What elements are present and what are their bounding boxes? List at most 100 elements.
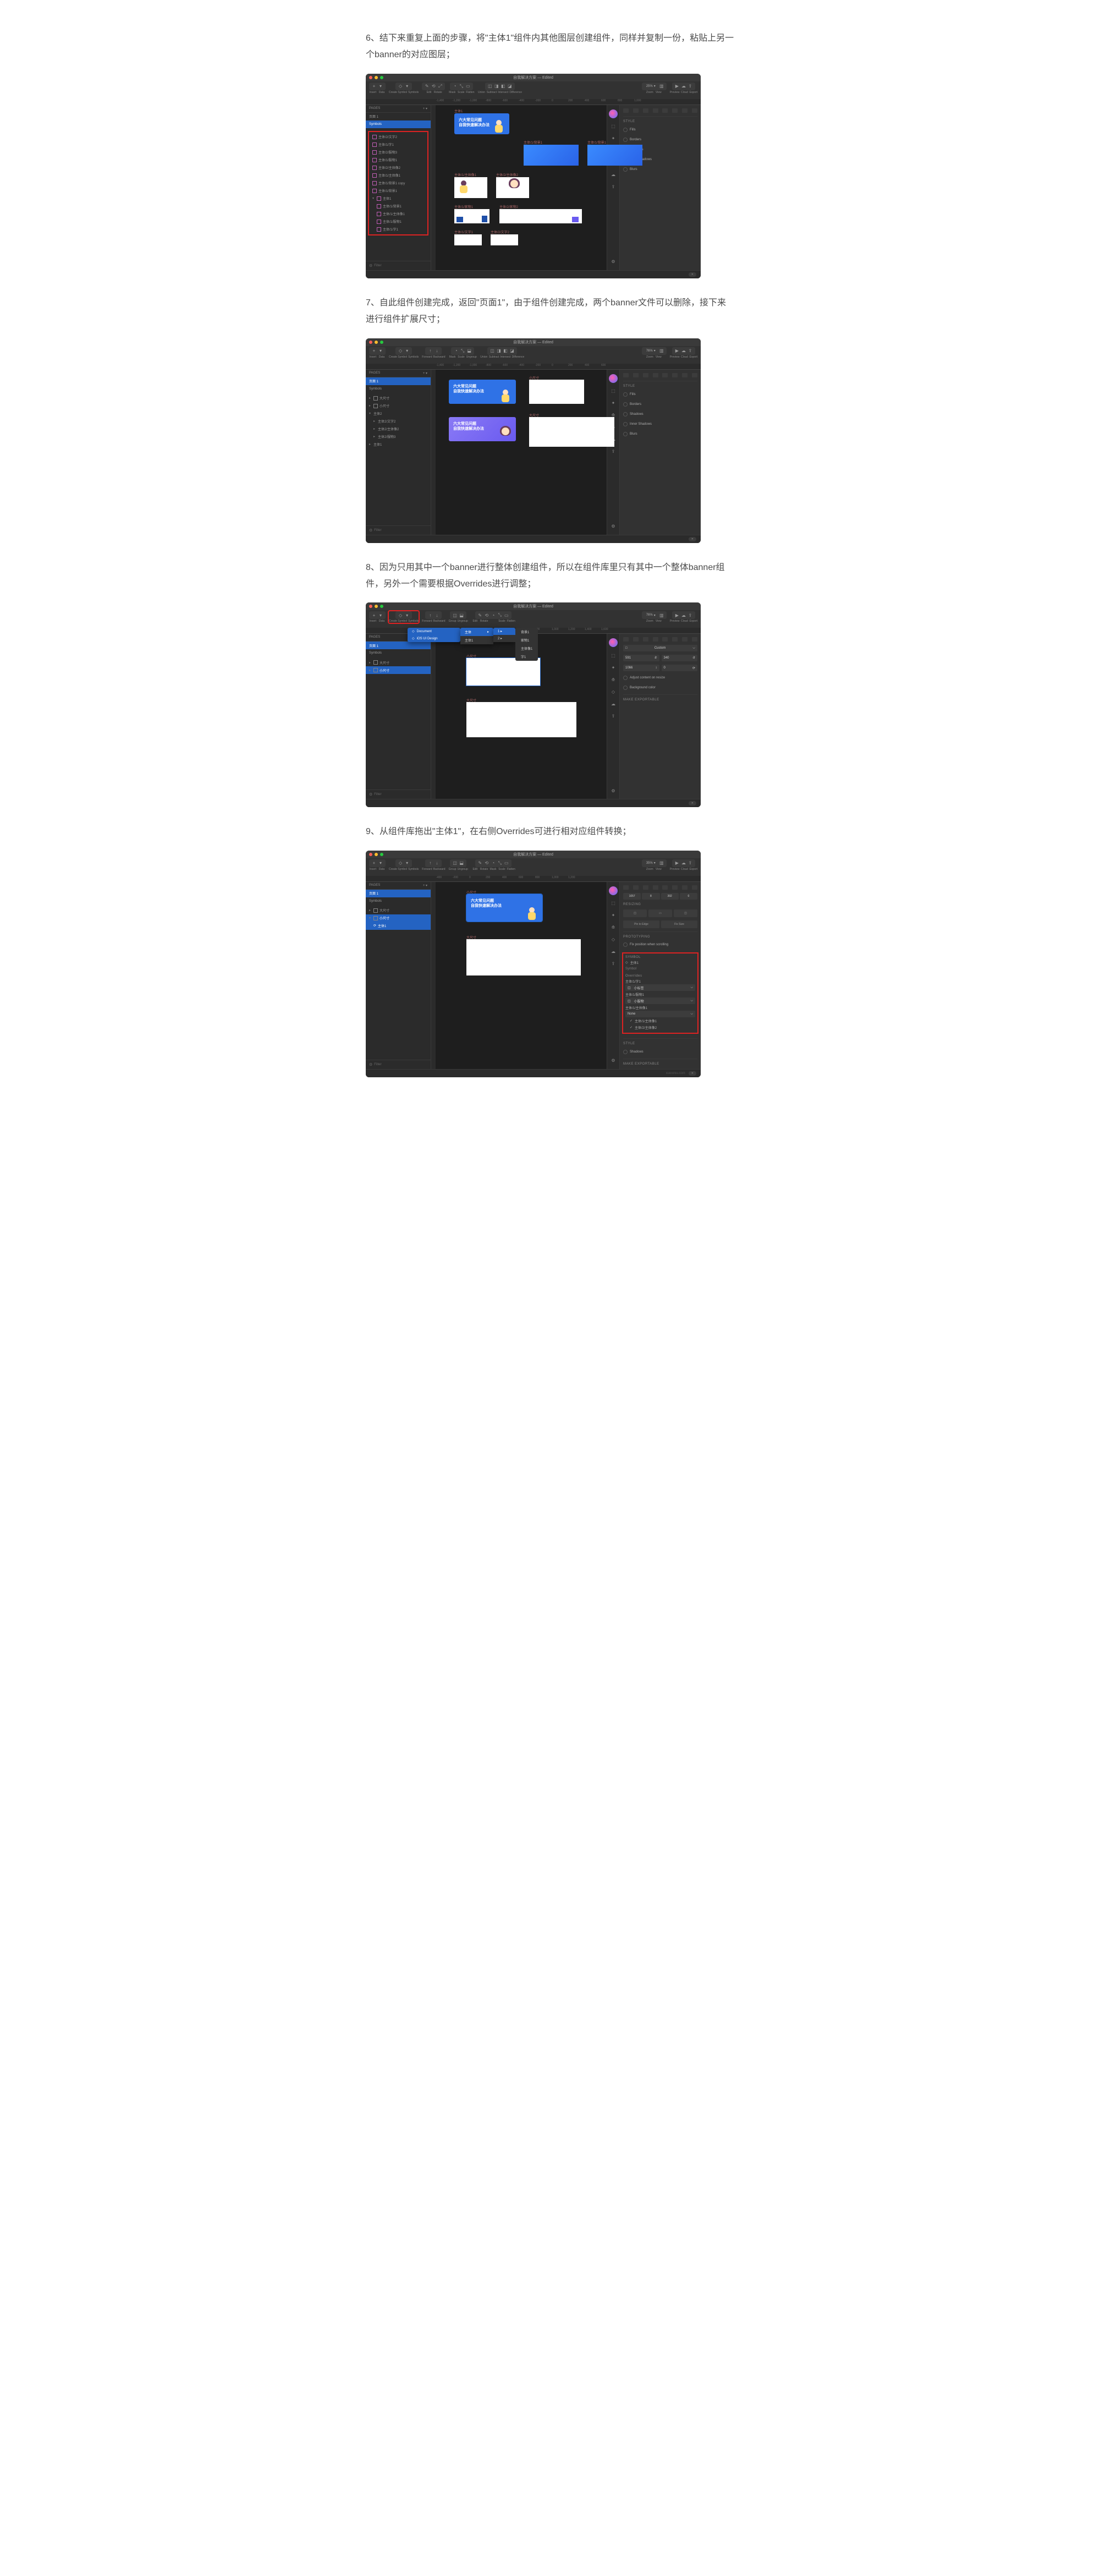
- status-pill[interactable]: ✕: [689, 272, 696, 277]
- close-icon[interactable]: [369, 76, 372, 79]
- artboard-large[interactable]: [466, 702, 576, 737]
- gear-icon[interactable]: ⚙: [609, 1057, 617, 1065]
- menu-item[interactable]: 主体像1: [515, 644, 538, 653]
- filter-input[interactable]: Filter: [366, 1060, 431, 1069]
- w-field[interactable]: 1066↕: [623, 665, 659, 671]
- fills-row[interactable]: Fills: [623, 127, 697, 133]
- close-icon[interactable]: [369, 605, 372, 608]
- banner-2[interactable]: 六大常见问题自我快速解决办法: [449, 417, 516, 441]
- override-select[interactable]: ◫小标签⌵: [625, 984, 695, 991]
- layer-row[interactable]: 主体/1/服物1: [369, 218, 427, 226]
- artboard[interactable]: [454, 177, 487, 198]
- artboard[interactable]: [499, 209, 582, 223]
- fix-scroll-checkbox[interactable]: Fix position when scrolling: [623, 942, 697, 949]
- maximize-icon[interactable]: [380, 76, 383, 79]
- menu-item[interactable]: 主体▸: [460, 628, 493, 636]
- maximize-icon[interactable]: [380, 605, 383, 608]
- maximize-icon[interactable]: [380, 853, 383, 856]
- layer-row[interactable]: 小尺寸: [366, 914, 431, 922]
- shadows-row[interactable]: Shadows: [623, 411, 697, 418]
- layer-row[interactable]: 主体/1/字1: [369, 141, 427, 149]
- minimize-icon[interactable]: [375, 605, 378, 608]
- layer-row[interactable]: 主体2/服物3: [366, 433, 431, 441]
- minimize-icon[interactable]: [375, 853, 378, 856]
- menu-item[interactable]: 1 ▸: [493, 628, 515, 635]
- align-tools[interactable]: [623, 108, 697, 113]
- artboard[interactable]: 六大常见问题自我快速解决办法: [454, 113, 509, 134]
- add-page-button[interactable]: + ▾: [423, 884, 427, 887]
- data-button[interactable]: ▾: [377, 84, 384, 89]
- symbols-flyout[interactable]: 背景1 家物1 主体像1 字1: [515, 628, 538, 661]
- view-button[interactable]: ▥: [658, 84, 665, 89]
- artboard[interactable]: [496, 177, 529, 198]
- blurs-row[interactable]: Blurs: [623, 431, 697, 437]
- insert-button[interactable]: +: [371, 612, 377, 618]
- cloud-button[interactable]: ☁: [680, 84, 687, 89]
- shadows-row[interactable]: Shadows: [623, 1049, 697, 1055]
- canvas[interactable]: 六大常见问题自我快速解决办法 六大常见问题自我快速解决办法 小尺寸 大尺寸: [431, 370, 607, 535]
- layer-row[interactable]: 主体1: [369, 195, 427, 202]
- add-page-button[interactable]: + ▾: [423, 371, 427, 375]
- symbols-page-row[interactable]: Symbols: [366, 385, 431, 393]
- layer-row[interactable]: 主体/1/主体像1: [369, 210, 427, 218]
- artboard-large[interactable]: [529, 417, 614, 447]
- borders-row[interactable]: Borders: [623, 401, 697, 408]
- gear-icon[interactable]: ⚙: [609, 523, 617, 530]
- preview-button[interactable]: ▶: [674, 84, 680, 89]
- symbols-page-row[interactable]: Symbols: [366, 897, 431, 905]
- menu-item[interactable]: 字1: [515, 653, 538, 661]
- menu-item-document[interactable]: ◇ Document: [408, 628, 460, 635]
- window-controls[interactable]: [369, 76, 383, 79]
- symbols-button[interactable]: ◇: [397, 612, 404, 618]
- symbols-submenu[interactable]: 主体▸ 主体1: [460, 628, 493, 644]
- symbols-submenu-2[interactable]: 1 ▸ 2 ▸: [493, 628, 515, 642]
- x-field[interactable]: 1057: [623, 893, 641, 900]
- h-field[interactable]: 0⟳: [662, 665, 698, 671]
- borders-row[interactable]: Borders: [623, 136, 697, 143]
- page-row[interactable]: 页面 1: [366, 377, 431, 385]
- menu-item[interactable]: 2 ▸: [493, 635, 515, 642]
- edit-button[interactable]: ✎: [424, 84, 430, 89]
- symbols-page-row[interactable]: Symbols: [366, 120, 431, 128]
- layer-row[interactable]: 主体/1/服物1: [369, 156, 427, 164]
- menu-item[interactable]: 背景1: [515, 628, 538, 636]
- layer-row[interactable]: 主体2/文字2: [366, 418, 431, 425]
- layer-row[interactable]: 主体1: [366, 441, 431, 448]
- artboard[interactable]: [491, 234, 518, 245]
- layer-row[interactable]: 主体2: [366, 410, 431, 418]
- artboard-small[interactable]: [466, 658, 540, 686]
- menu-item-ios[interactable]: ◇ iOS UI Design: [408, 635, 460, 642]
- layer-row[interactable]: 主体/1/背景1 copy: [369, 179, 427, 187]
- page-row[interactable]: 页面 1: [366, 642, 431, 649]
- strip-icon[interactable]: ☁: [609, 171, 617, 179]
- layer-row[interactable]: 主体/1/背景1: [369, 202, 427, 210]
- blurs-row[interactable]: Blurs: [623, 166, 697, 173]
- banner-instance[interactable]: 六大常见问题自我快速解决办法: [466, 894, 542, 922]
- page-row[interactable]: 页面 1: [366, 113, 431, 120]
- w-field[interactable]: 392: [661, 893, 679, 900]
- layer-row[interactable]: 大尺寸: [366, 907, 431, 914]
- close-icon[interactable]: [369, 853, 372, 856]
- layer-row[interactable]: 主体/1/主体像1: [369, 172, 427, 179]
- layer-row[interactable]: 大尺寸: [366, 394, 431, 402]
- size-preset[interactable]: □ Custom ⌵: [623, 645, 697, 651]
- artboard[interactable]: [454, 234, 482, 245]
- override-option[interactable]: ✓ 主体/2/主体像2: [625, 1024, 695, 1031]
- override-select[interactable]: ◫小服物⌵: [625, 997, 695, 1004]
- filter-input[interactable]: Filter: [366, 790, 431, 799]
- override-select[interactable]: None⌵: [625, 1011, 695, 1017]
- artboard[interactable]: [524, 145, 579, 166]
- filter-input[interactable]: Filter: [366, 525, 431, 535]
- layer-row[interactable]: 主体/1/字1: [369, 226, 427, 233]
- layer-row[interactable]: 小尺寸: [366, 666, 431, 674]
- strip-icon[interactable]: ⬚: [609, 123, 617, 130]
- adjust-resize-checkbox[interactable]: Adjust content on resize: [623, 675, 697, 681]
- layer-row[interactable]: ⟳ 主体1: [366, 922, 431, 930]
- symbol-source[interactable]: ◇ 主体1: [625, 959, 695, 966]
- layer-row[interactable]: 主体/2/服物3: [369, 149, 427, 156]
- h-field[interactable]: 0: [680, 893, 697, 900]
- artboard[interactable]: [454, 209, 490, 223]
- y-field[interactable]: 340⥯: [662, 655, 698, 661]
- layer-row[interactable]: 大尺寸: [366, 659, 431, 666]
- fills-row[interactable]: Fills: [623, 391, 697, 398]
